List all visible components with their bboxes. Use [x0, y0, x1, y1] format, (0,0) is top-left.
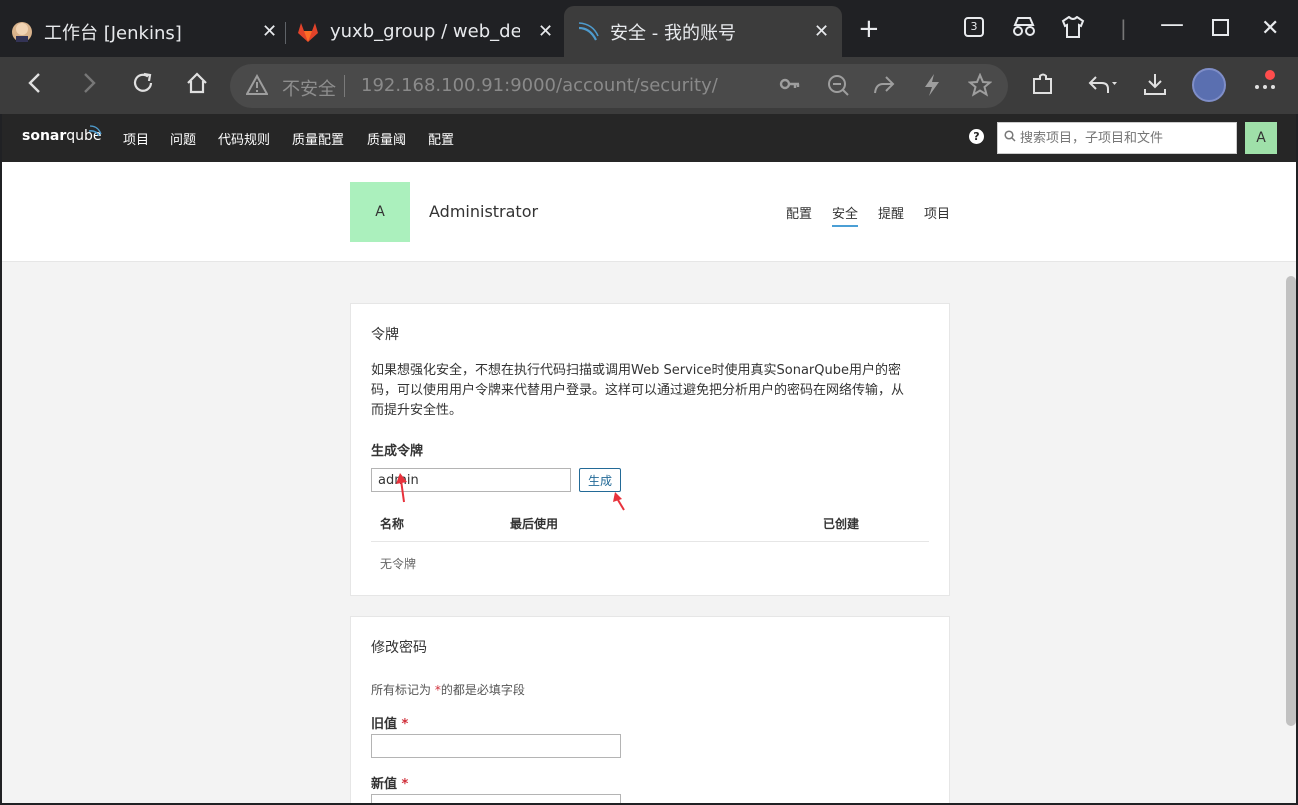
account-avatar: A [350, 182, 410, 242]
zoom-out-icon[interactable] [826, 73, 850, 102]
page-scrollbar[interactable] [1286, 276, 1296, 726]
tab-title: yuxb_group / web_demo [330, 21, 520, 42]
tab-title: 工作台 [Jenkins] [44, 22, 182, 44]
close-icon[interactable]: ✕ [538, 21, 553, 42]
column-created: 已创建 [823, 517, 860, 531]
sonarqube-navbar: sonarqube 项目 问题 代码规则 质量配置 质量阈 配置 ? A [2, 114, 1296, 162]
window-close-icon[interactable]: ✕ [1261, 16, 1279, 41]
nav-quality-profiles[interactable]: 质量配置 [292, 129, 344, 148]
account-name: Administrator [429, 202, 539, 221]
table-divider [371, 541, 929, 542]
new-password-input[interactable] [371, 794, 621, 803]
required-note-prefix: 所有标记为 [371, 683, 432, 697]
reload-icon[interactable] [128, 71, 158, 101]
tokens-title: 令牌 [371, 327, 399, 343]
change-password-card: 修改密码 所有标记为 *的都是必填字段 旧值 * 新值 * [350, 616, 950, 803]
sonarqube-logo[interactable]: sonarqube [22, 125, 102, 144]
required-star: * [401, 717, 409, 732]
page-viewport: sonarqube 项目 问题 代码规则 质量配置 质量阈 配置 ? A A A… [2, 114, 1296, 803]
sonarqube-icon [576, 20, 600, 44]
nav-issues[interactable]: 问题 [170, 129, 196, 148]
help-icon[interactable]: ? [969, 129, 984, 144]
tab-separator [285, 22, 286, 44]
tab-title: 安全 - 我的账号 [610, 22, 736, 44]
tab-count-icon[interactable]: 3 [964, 17, 984, 37]
old-label-text: 旧值 [371, 717, 398, 732]
tab-sonarqube-active[interactable]: 安全 - 我的账号 ✕ [564, 6, 842, 57]
bookmark-star-icon[interactable] [967, 72, 993, 102]
profile-avatar[interactable] [1192, 68, 1226, 102]
gitlab-icon [296, 20, 320, 44]
global-search[interactable] [997, 122, 1237, 154]
download-icon[interactable] [1140, 71, 1170, 103]
key-icon[interactable] [778, 73, 802, 100]
incognito-icon[interactable] [1011, 16, 1037, 43]
extensions-icon[interactable] [1028, 71, 1058, 103]
annotation-arrow-icon [613, 492, 625, 511]
required-note: 所有标记为 *的都是必填字段 [371, 681, 525, 698]
home-icon[interactable] [182, 71, 212, 101]
url-text[interactable]: 192.168.100.91:9000/account/security/ [361, 75, 718, 96]
required-star: * [401, 777, 409, 792]
close-icon[interactable]: ✕ [814, 21, 829, 42]
lightning-icon[interactable] [922, 73, 942, 102]
tab-count-badge: 3 [964, 17, 984, 37]
tab-projects[interactable]: 项目 [924, 203, 950, 222]
tab-notifications[interactable]: 提醒 [878, 203, 904, 222]
browser-tab-strip: 工作台 [Jenkins] ✕ yuxb_group / web_demo ✕ … [0, 0, 1298, 57]
tab-security[interactable]: 安全 [832, 203, 859, 227]
generate-button[interactable]: 生成 [579, 468, 621, 492]
new-label-text: 新值 [371, 777, 398, 792]
column-name: 名称 [380, 517, 405, 531]
maximize-icon[interactable] [1212, 19, 1229, 36]
minimize-icon[interactable]: — [1160, 10, 1184, 38]
warning-icon [245, 73, 269, 101]
nav-rules[interactable]: 代码规则 [218, 129, 270, 148]
old-password-input[interactable] [371, 734, 621, 758]
search-input[interactable] [1020, 127, 1230, 149]
tokens-card: 令牌 如果想强化安全，不想在执行代码扫描或调用Web Service时使用真实S… [350, 303, 950, 596]
not-secure-label: 不安全 [282, 79, 336, 100]
search-icon [1004, 130, 1016, 146]
nav-administration[interactable]: 配置 [428, 129, 454, 148]
user-avatar[interactable]: A [1245, 122, 1277, 154]
new-tab-button[interactable]: + [858, 14, 880, 44]
tokens-description: 如果想强化安全，不想在执行代码扫描或调用Web Service时使用真实Sona… [371, 363, 905, 418]
forward-icon[interactable] [74, 71, 104, 101]
share-icon[interactable] [872, 73, 896, 102]
logo-waves-icon [88, 125, 102, 136]
tab-profile[interactable]: 配置 [786, 203, 812, 222]
generate-token-heading: 生成令牌 [371, 444, 424, 459]
required-note-suffix: 的都是必填字段 [440, 683, 525, 697]
close-icon[interactable]: ✕ [262, 21, 277, 42]
no-tokens-text: 无令牌 [380, 557, 417, 571]
undo-menu-icon[interactable] [1084, 71, 1124, 103]
logo-sonar: sonar [22, 128, 67, 144]
jenkins-icon [10, 20, 34, 44]
notification-dot [1265, 70, 1275, 80]
back-icon[interactable] [20, 71, 50, 101]
shirt-icon[interactable] [1061, 15, 1085, 43]
nav-quality-gates[interactable]: 质量阈 [367, 129, 406, 148]
toolbar-divider: | [1120, 16, 1127, 40]
tab-gitlab[interactable]: yuxb_group / web_demo ✕ [296, 6, 561, 57]
password-title: 修改密码 [371, 640, 427, 656]
tab-jenkins[interactable]: 工作台 [Jenkins] ✕ [10, 6, 285, 57]
new-password-label: 新值 * [371, 773, 408, 792]
browser-toolbar: 不安全 192.168.100.91:9000/account/security… [0, 57, 1298, 114]
old-password-label: 旧值 * [371, 713, 408, 732]
column-last-used: 最后使用 [510, 517, 559, 531]
address-bar[interactable]: 不安全 192.168.100.91:9000/account/security… [230, 64, 1008, 108]
address-divider [344, 75, 345, 97]
account-header: A Administrator 配置 安全 提醒 项目 [2, 162, 1296, 262]
nav-projects[interactable]: 项目 [123, 129, 149, 148]
annotation-arrow-icon [396, 473, 407, 503]
